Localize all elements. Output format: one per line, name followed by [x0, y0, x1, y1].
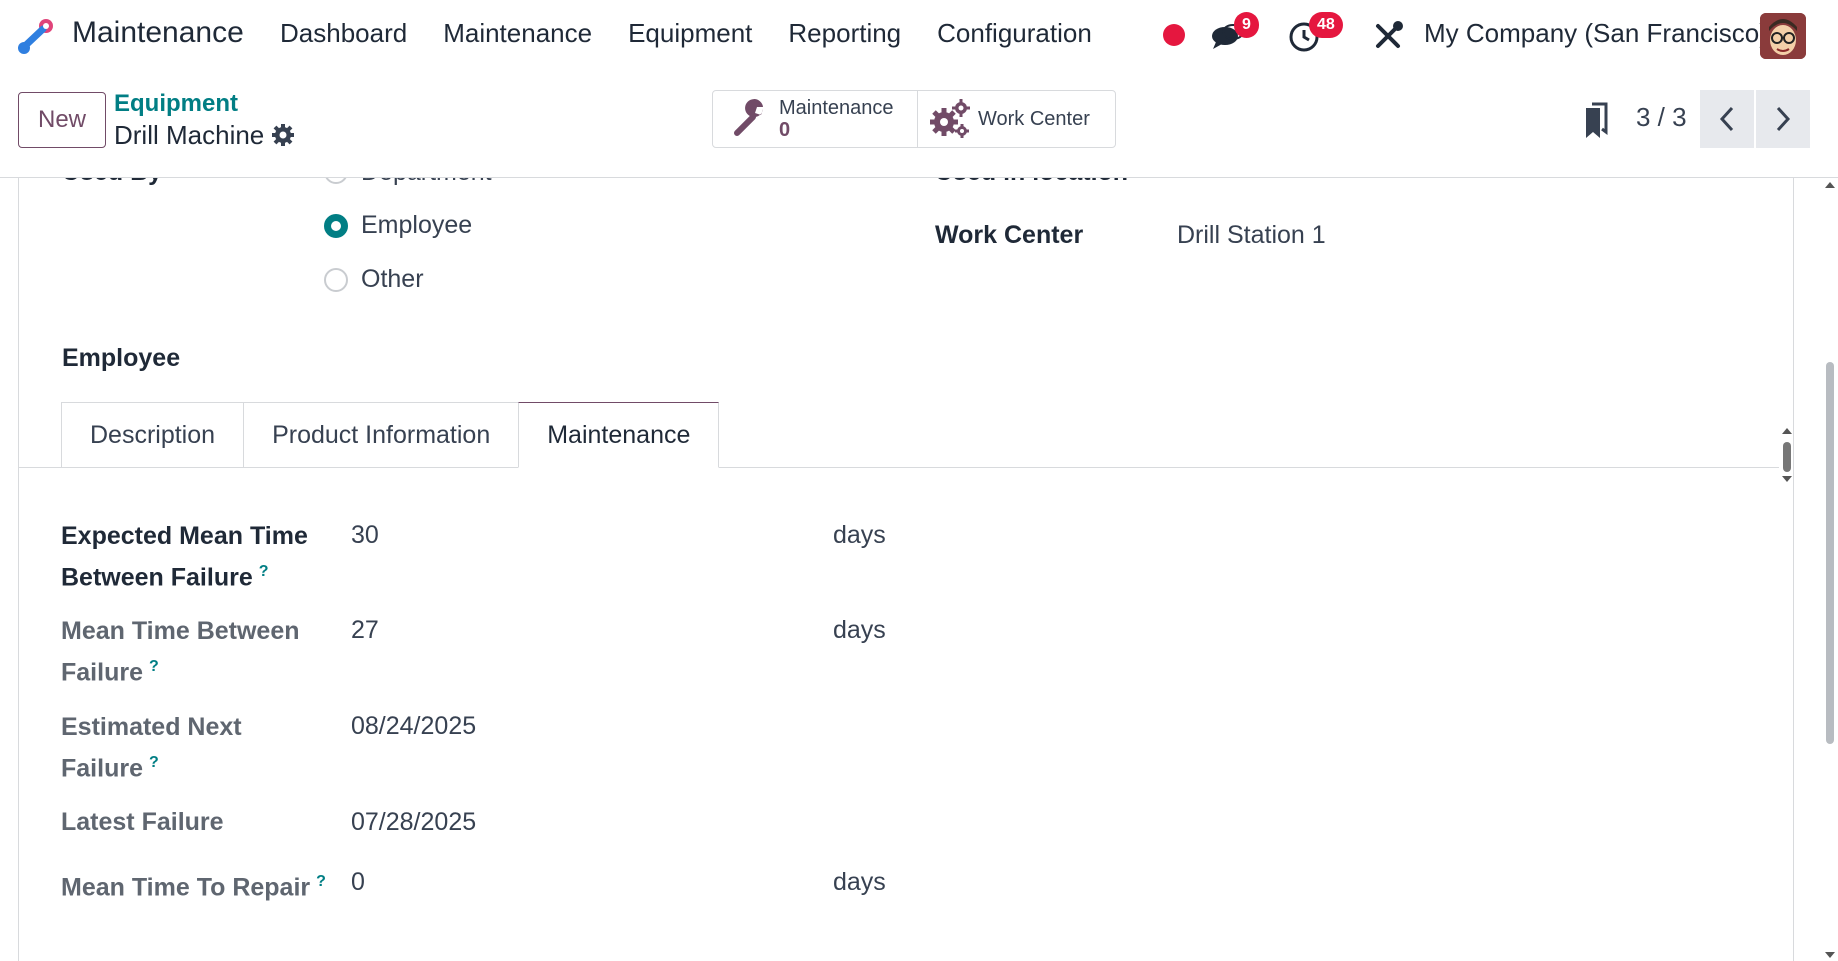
work-center-smart-label: Work Center: [978, 108, 1090, 130]
inner-scroll-down-icon[interactable]: [1782, 476, 1792, 482]
next-failure-label-line2: Failure: [61, 754, 143, 783]
user-avatar[interactable]: [1760, 13, 1806, 59]
maintenance-smart-label: Maintenance: [779, 97, 894, 119]
expected-mtbf-value[interactable]: 30: [351, 521, 379, 550]
mtbf-value: 27: [351, 616, 379, 644]
user-avatar-image: [1760, 13, 1806, 59]
tab-maintenance[interactable]: Maintenance: [518, 402, 720, 468]
page-scrollbar-thumb[interactable]: [1826, 362, 1834, 744]
radio-department-label[interactable]: Department: [361, 178, 492, 187]
radio-employee-label[interactable]: Employee: [361, 211, 472, 240]
mtbf-unit: days: [833, 616, 886, 644]
main-menu: Dashboard Maintenance Equipment Reportin…: [262, 18, 1110, 49]
menu-maintenance[interactable]: Maintenance: [425, 18, 610, 49]
activities-badge: 48: [1309, 12, 1343, 38]
app-name[interactable]: Maintenance: [72, 16, 244, 50]
latest-failure-value: 07/28/2025: [351, 808, 477, 836]
latest-failure-label: Latest Failure: [61, 808, 224, 836]
mtbf-help-icon[interactable]: ?: [149, 658, 159, 675]
page-scroll-down-icon[interactable]: [1825, 952, 1835, 958]
recording-indicator-icon[interactable]: [1163, 24, 1185, 46]
wrench-icon: [734, 99, 763, 136]
mtbf-label-line2: Failure: [61, 658, 143, 687]
record-actions-gear-icon[interactable]: [270, 122, 296, 148]
menu-reporting[interactable]: Reporting: [770, 18, 919, 49]
mttr-unit: days: [833, 868, 886, 896]
control-panel: New Equipment Drill Machine Maintenance …: [0, 72, 1838, 178]
tab-description[interactable]: Description: [61, 402, 244, 468]
work-center-label: Work Center: [935, 221, 1084, 249]
cogs-icon: [930, 99, 970, 138]
next-failure-label-line1: Estimated Next: [61, 713, 242, 741]
menu-configuration[interactable]: Configuration: [919, 18, 1110, 49]
used-by-label: Used By: [62, 178, 162, 187]
expected-mtbf-label-line2: Between Failure: [61, 563, 253, 592]
breadcrumb-equipment[interactable]: Equipment: [114, 90, 238, 118]
expected-mtbf-label-line1: Expected Mean Time: [61, 522, 308, 550]
maintenance-smart-button[interactable]: Maintenance 0: [713, 91, 918, 147]
next-failure-label: Estimated Next Failure?: [61, 709, 242, 786]
messages-badge: 9: [1234, 12, 1259, 38]
tools-icon[interactable]: [1368, 16, 1408, 56]
tab-product-information[interactable]: Product Information: [243, 402, 519, 468]
tabs-divider: [19, 467, 1779, 468]
chevron-right-icon: [1776, 106, 1791, 132]
mtbf-label-line1: Mean Time Between: [61, 617, 300, 645]
new-button[interactable]: New: [18, 92, 106, 148]
work-center-value[interactable]: Drill Station 1: [1177, 221, 1326, 250]
radio-other[interactable]: [324, 268, 348, 292]
pager-next-button[interactable]: [1756, 90, 1810, 148]
inner-scroll-up-icon[interactable]: [1782, 428, 1792, 434]
smart-buttons: Maintenance 0 Work Center: [712, 90, 1116, 148]
mttr-label-text: Mean Time To Repair: [61, 873, 311, 902]
expected-mtbf-unit: days: [833, 521, 886, 549]
mtbf-label: Mean Time Between Failure?: [61, 613, 300, 690]
company-switcher[interactable]: My Company (San Francisco): [1424, 18, 1768, 49]
work-center-smart-button[interactable]: Work Center: [918, 91, 1115, 147]
pager-value[interactable]: 3 / 3: [1636, 102, 1687, 133]
radio-other-label[interactable]: Other: [361, 265, 424, 294]
pager-previous-button[interactable]: [1700, 90, 1754, 148]
notebook-tabs: Description Product Information Maintena…: [61, 402, 720, 468]
radio-department[interactable]: [324, 178, 348, 184]
employee-label: Employee: [62, 344, 181, 372]
maintenance-app-icon[interactable]: [14, 14, 58, 58]
page-scroll-up-icon[interactable]: [1825, 182, 1835, 188]
radio-employee[interactable]: [324, 214, 348, 238]
mttr-label: Mean Time To Repair?: [61, 864, 326, 905]
chevron-left-icon: [1719, 106, 1734, 132]
next-failure-value: 08/24/2025: [351, 712, 477, 740]
maintenance-smart-count: 0: [779, 119, 791, 141]
inner-scrollbar-thumb[interactable]: [1783, 442, 1791, 472]
expected-mtbf-help-icon[interactable]: ?: [259, 563, 269, 580]
mttr-help-icon[interactable]: ?: [316, 873, 326, 890]
menu-equipment[interactable]: Equipment: [610, 18, 770, 49]
expected-mtbf-label: Expected Mean Time Between Failure?: [61, 518, 308, 595]
used-in-location-label: Used in location: [935, 178, 1128, 187]
menu-dashboard[interactable]: Dashboard: [262, 18, 425, 49]
breadcrumb-current-record: Drill Machine: [114, 120, 265, 150]
mttr-value: 0: [351, 868, 365, 896]
top-navbar: Maintenance Dashboard Maintenance Equipm…: [0, 0, 1838, 72]
bookmarks-icon[interactable]: [1582, 102, 1610, 142]
next-failure-help-icon[interactable]: ?: [149, 754, 159, 771]
